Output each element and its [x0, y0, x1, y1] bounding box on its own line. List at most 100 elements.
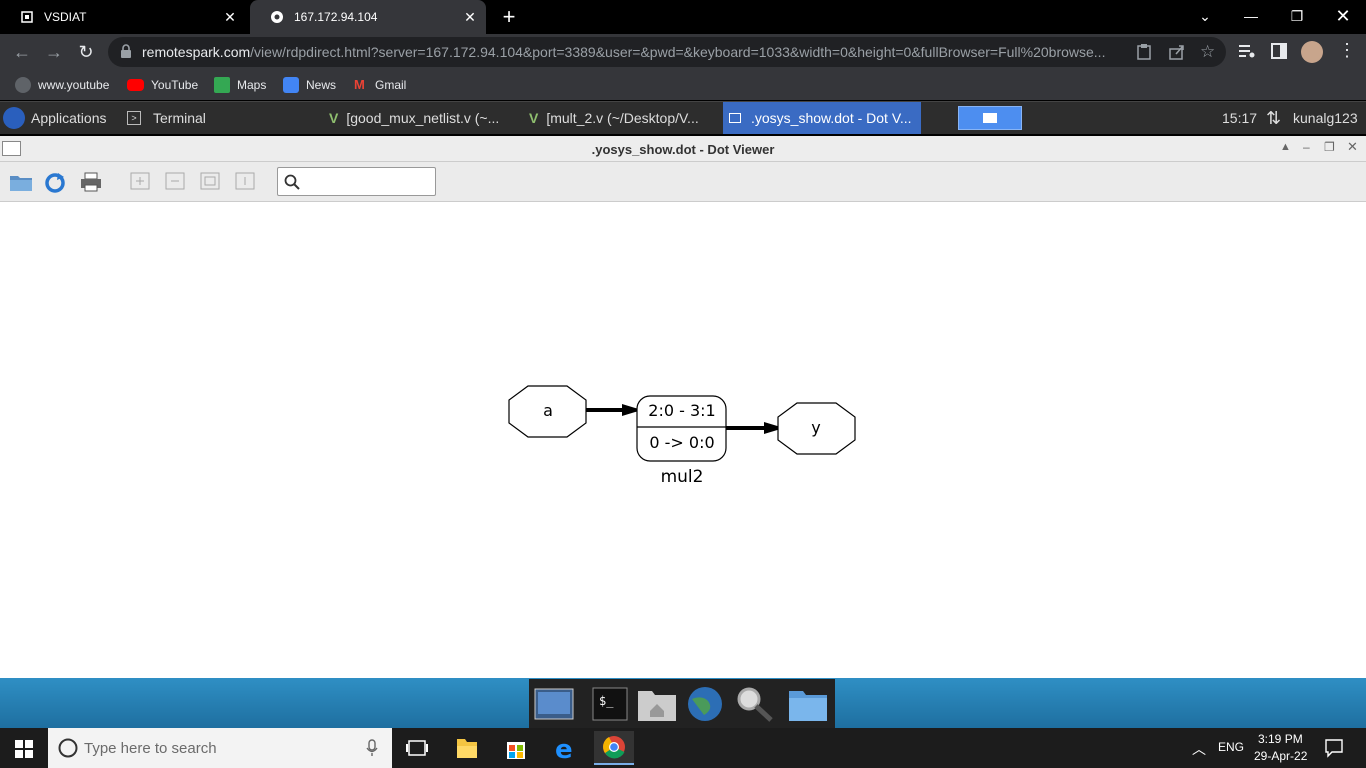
tab-vsdiat[interactable]: VSDIAT ✕ [0, 0, 246, 34]
task-label: [good_mux_netlist.v (~... [346, 110, 500, 126]
chrome-menu-icon[interactable]: ⋮ [1338, 40, 1356, 61]
bookmark-news[interactable]: News [283, 76, 336, 94]
gmail-icon: M [354, 77, 365, 92]
back-arrow-icon[interactable]: ← [10, 40, 34, 64]
close-tab-icon[interactable]: ✕ [462, 9, 478, 25]
chrome-taskbar-icon[interactable] [594, 731, 634, 765]
graph-search-input[interactable] [277, 167, 436, 196]
new-tab-button[interactable]: + [498, 6, 520, 28]
bookmark-label: Gmail [375, 78, 407, 92]
zoom-fit-icon[interactable] [200, 172, 222, 192]
maximize-window-icon[interactable]: ❐ [1324, 140, 1335, 154]
edge-browser-icon[interactable]: e [545, 734, 585, 765]
vim-icon: V [329, 110, 339, 126]
app-finder-icon[interactable] [733, 685, 775, 723]
show-hidden-icons-icon[interactable]: ︿ [1192, 739, 1206, 759]
taskbar-time[interactable]: 3:19 PM [1258, 732, 1303, 746]
bookmark-label: YouTube [151, 78, 199, 92]
input-node-label: a [543, 401, 553, 420]
shade-window-icon[interactable]: ▲ [1280, 141, 1291, 153]
tab-search-icon[interactable]: ⌄ [1182, 0, 1228, 34]
bookmark-star-icon[interactable]: ☆ [1200, 42, 1215, 62]
graph-canvas[interactable]: a 2:0 - 3:1 0 -> 0:0 mul2 y [0, 202, 1366, 678]
share-icon[interactable] [1168, 43, 1186, 66]
show-desktop-icon[interactable] [533, 685, 575, 723]
microsoft-store-icon[interactable] [496, 734, 536, 762]
vim-icon: V [529, 110, 539, 126]
graph-search-field[interactable] [304, 171, 432, 192]
task-label: [mult_2.v (~/Desktop/V... [546, 110, 699, 126]
panel-username[interactable]: kunalg123 [1293, 102, 1358, 134]
profile-avatar[interactable] [1301, 41, 1323, 63]
taskbar-search-box[interactable]: Type here to search [48, 728, 392, 768]
window-title: .yosys_show.dot - Dot Viewer [591, 142, 775, 157]
task-good-mux-netlist[interactable]: V [good_mux_netlist.v (~... [323, 102, 519, 134]
applications-menu[interactable]: Applications [3, 102, 107, 134]
applications-label: Applications [31, 110, 107, 126]
search-placeholder: Type here to search [84, 740, 217, 757]
panel-clock: 15:17 [1222, 110, 1258, 126]
window-icon [729, 113, 741, 123]
zoom-in-icon[interactable] [130, 172, 152, 192]
cell-port-map-bottom: 0 -> 0:0 [649, 433, 714, 452]
bookmark-maps[interactable]: Maps [214, 76, 266, 94]
desktop-panel: Applications > Terminal V [good_mux_netl… [0, 101, 1366, 134]
cell-port-map-top: 2:0 - 3:1 [648, 401, 715, 420]
folder-icon[interactable] [787, 685, 829, 723]
terminal-icon: > [127, 111, 141, 125]
zoom-100-icon[interactable] [235, 172, 257, 192]
reload-icon[interactable] [44, 172, 66, 193]
news-icon [283, 77, 299, 93]
tab-title: VSDIAT [44, 10, 87, 24]
task-mult-2[interactable]: V [mult_2.v (~/Desktop/V... [523, 102, 719, 134]
url-text: remotespark.com/view/rdpdirect.html?serv… [142, 44, 1106, 60]
web-browser-icon[interactable] [684, 685, 726, 723]
close-window-icon[interactable]: ✕ [1347, 139, 1358, 155]
tab-remote[interactable]: 167.172.94.104 ✕ [250, 0, 486, 34]
taskbar-date[interactable]: 29-Apr-22 [1254, 749, 1307, 763]
home-folder-icon[interactable] [636, 685, 678, 723]
address-bar[interactable]: remotespark.com/view/rdpdirect.html?serv… [108, 37, 1226, 67]
print-icon[interactable] [80, 172, 102, 192]
bookmark-label: Maps [237, 78, 267, 92]
vsdiat-favicon-icon [20, 10, 34, 24]
youtube-icon [127, 79, 144, 91]
terminal-launcher-icon[interactable]: $_ [589, 685, 631, 723]
bookmark-youtube[interactable]: YouTube [127, 76, 198, 94]
zoom-out-icon[interactable] [165, 172, 187, 192]
dot-viewer-toolbar [0, 162, 1366, 202]
bookmark-www-youtube[interactable]: www.youtube [15, 76, 109, 94]
task-terminal[interactable]: > Terminal [121, 102, 311, 134]
close-window-button[interactable]: ✕ [1320, 0, 1366, 34]
browser-tab-strip: VSDIAT ✕ 167.172.94.104 ✕ + ⌄ — ❐ ✕ [0, 0, 1366, 34]
output-node-label: y [811, 418, 820, 437]
minimize-window-icon[interactable]: – [1303, 140, 1310, 154]
task-dot-viewer[interactable]: .yosys_show.dot - Dot V... [723, 102, 921, 134]
clipboard-icon[interactable] [1136, 43, 1152, 66]
task-label: Terminal [153, 110, 206, 126]
open-folder-icon[interactable] [9, 172, 32, 192]
maps-icon [214, 77, 230, 93]
file-explorer-icon[interactable] [447, 734, 487, 762]
network-updown-icon[interactable]: ⇅ [1266, 102, 1281, 134]
globe-icon [270, 10, 284, 24]
minimize-button[interactable]: — [1228, 0, 1274, 34]
notifications-icon[interactable] [1324, 738, 1344, 763]
restore-button[interactable]: ❐ [1274, 0, 1320, 34]
windows-start-icon[interactable] [15, 740, 33, 763]
close-tab-icon[interactable]: ✕ [222, 9, 238, 25]
bookmark-gmail[interactable]: M Gmail [354, 76, 406, 94]
globe-icon [15, 77, 31, 93]
input-language[interactable]: ENG [1218, 740, 1244, 754]
xfce-logo-icon [3, 107, 25, 129]
search-icon [284, 174, 300, 195]
reload-icon[interactable]: ↻ [74, 40, 98, 64]
workspace-switcher[interactable] [958, 106, 1022, 130]
task-view-icon[interactable] [397, 734, 437, 762]
media-queue-icon[interactable] [1238, 43, 1256, 64]
microphone-icon[interactable] [366, 739, 378, 762]
task-label: .yosys_show.dot - Dot V... [751, 110, 912, 126]
workspace-window-icon [983, 113, 997, 123]
side-panel-icon[interactable] [1271, 43, 1287, 64]
forward-arrow-icon[interactable]: → [42, 40, 66, 64]
